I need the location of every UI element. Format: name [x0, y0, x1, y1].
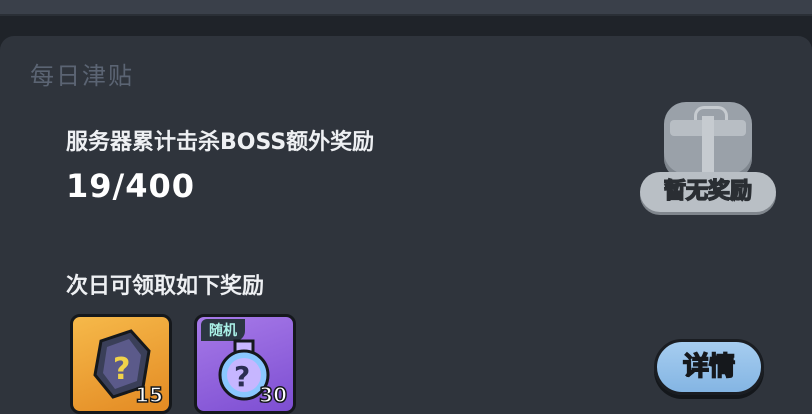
- top-panel-strip: [0, 0, 812, 16]
- section-title: 每日津贴: [30, 62, 134, 90]
- svg-text:?: ?: [234, 360, 250, 393]
- item-count: 15: [134, 382, 163, 408]
- kill-progress: 19/400: [66, 167, 196, 205]
- kill-reward-label: 服务器累计击杀BOSS额外奖励: [66, 130, 375, 155]
- gift-box-icon: [664, 102, 752, 180]
- no-reward-label: 暂无奖励: [640, 172, 776, 212]
- details-button[interactable]: 详情: [654, 339, 764, 395]
- reward-item-potion[interactable]: 随机 ? 30: [194, 314, 296, 414]
- reward-item-gem[interactable]: ? 15: [70, 314, 172, 414]
- svg-text:?: ?: [113, 352, 130, 387]
- no-reward-button[interactable]: 暂无奖励: [640, 96, 776, 216]
- daily-allowance-panel: 每日津贴 服务器累计击杀BOSS额外奖励 19/400 暂无奖励 次日可领取如下…: [0, 36, 812, 414]
- next-day-rewards-label: 次日可领取如下奖励: [66, 274, 265, 299]
- item-count: 30: [258, 382, 287, 408]
